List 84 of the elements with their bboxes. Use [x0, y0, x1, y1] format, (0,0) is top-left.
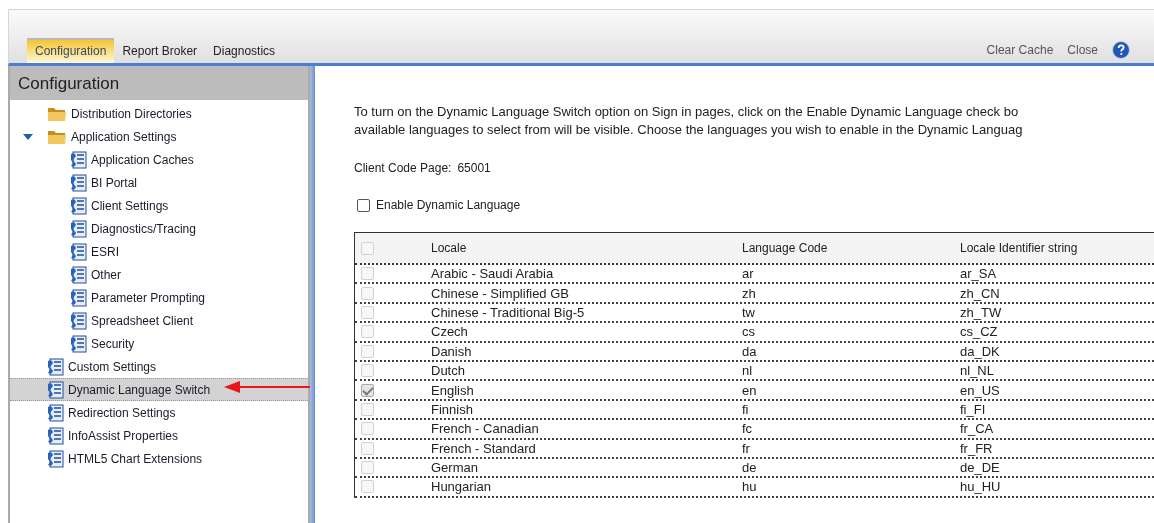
table-cell-text: en_US [960, 382, 1001, 398]
field-value: 65001 [457, 161, 491, 175]
tree-item[interactable]: Custom Settings [10, 355, 308, 378]
folder-icon [47, 105, 67, 122]
settings-document-icon [70, 242, 87, 261]
table-cell-text: fc [742, 421, 754, 437]
table-cell-text: English [431, 382, 475, 398]
tree-item[interactable]: Dynamic Language Switch [10, 378, 308, 401]
table-cell-text: ar_SA [960, 266, 998, 282]
table-cell-text: Chinese - Traditional Big-5 [431, 304, 586, 320]
tree-item[interactable]: Client Settings [10, 194, 308, 217]
panel-title: Configuration [10, 66, 308, 100]
tab[interactable]: Diagnostics [205, 38, 284, 63]
table-cell-text: tw [742, 304, 756, 320]
table-cell-text: Chinese - Simplified GB [431, 285, 570, 301]
table-cell-text: Czech [431, 324, 469, 340]
column-header: Locale [431, 241, 468, 255]
caret-icon [23, 134, 33, 141]
settings-document-icon [47, 449, 64, 468]
tree-item[interactable]: Redirection Settings [10, 401, 308, 424]
tree-item[interactable]: HTML5 Chart Extensions [10, 447, 308, 470]
tree-item[interactable]: Distribution Directories [10, 102, 308, 125]
tree-item[interactable]: Application Settings [10, 125, 308, 148]
table-cell-text: French - Canadian [431, 421, 540, 437]
tree-item[interactable]: BI Portal [10, 171, 308, 194]
table-cell-text: fr_FR [960, 440, 994, 456]
table-cell-text: de [742, 460, 758, 476]
checkbox[interactable] [357, 198, 370, 212]
tree-item[interactable]: Security [10, 332, 308, 355]
table-cell-text: Hungarian [431, 479, 492, 495]
settings-document-icon [47, 380, 64, 399]
table-cell-text: da_DK [960, 343, 1001, 359]
table-cell-text: cs_CZ [960, 324, 999, 340]
table-cell-text: German [431, 460, 479, 476]
table-cell-text: da [742, 343, 758, 359]
table-cell-text: nl [742, 363, 754, 379]
settings-document-icon [70, 219, 87, 238]
settings-document-icon [70, 311, 87, 330]
tree-item[interactable]: InfoAssist Properties [10, 424, 308, 447]
checkbox-label[interactable]: Enable Dynamic Language [376, 198, 521, 212]
table-cell-text: cs [742, 324, 756, 340]
settings-document-icon [70, 334, 87, 353]
table-cell-text: hu [742, 479, 758, 495]
table-cell-text: hu_HU [960, 479, 1002, 495]
folder-icon [47, 128, 67, 145]
toolbar-link[interactable]: Clear Cache [986, 43, 1054, 57]
tab[interactable]: Configuration [27, 38, 115, 63]
table-cell-text: Dutch [431, 363, 466, 379]
table-cell-text: French - Standard [431, 440, 537, 456]
table-cell-text: fi [742, 401, 750, 417]
table-cell-text: Finnish [431, 401, 474, 417]
tree-item[interactable]: Parameter Prompting [10, 286, 308, 309]
field-label: Client Code Page: [354, 161, 452, 175]
tree-item[interactable]: Spreadsheet Client [10, 309, 308, 332]
settings-document-icon [47, 403, 64, 422]
table-cell-text: fr_CA [960, 421, 995, 437]
table-cell-text: en [742, 382, 758, 398]
settings-document-icon [70, 196, 87, 215]
settings-document-icon [47, 357, 64, 376]
table-cell-text: zh_TW [960, 304, 1003, 320]
settings-document-icon [47, 426, 64, 445]
table-cell-text: nl_NL [960, 363, 995, 379]
tab[interactable]: Report Broker [114, 38, 206, 63]
column-header: Locale Identifier string [960, 241, 1079, 255]
tree-item[interactable]: Other [10, 263, 308, 286]
tree-item[interactable]: ESRI [10, 240, 308, 263]
table-cell-text: Danish [431, 343, 473, 359]
table-cell-text: zh_CN [960, 285, 1001, 301]
settings-document-icon [70, 150, 87, 169]
table-cell-text: Arabic - Saudi Arabia [431, 266, 555, 282]
help-icon[interactable] [1112, 41, 1130, 59]
column-header: Language Code [742, 241, 829, 255]
table-cell-text: ar [742, 266, 755, 282]
table-cell-text: fi_FI [960, 401, 987, 417]
table-cell-text: de_DE [960, 460, 1001, 476]
instructions-text: To turn on the Dynamic Language Switch option on Sign in pages, click on the Enable Dynamic Language check bo available languages to select from will be visible. Choose the languages you wish to enable in the Dynamic Languag [354, 103, 1024, 139]
toolbar-link[interactable]: Close [1067, 43, 1098, 57]
settings-document-icon [70, 173, 87, 192]
tree-item[interactable]: Diagnostics/Tracing [10, 217, 308, 240]
table-cell-text: fr [742, 440, 751, 456]
settings-document-icon [70, 288, 87, 307]
settings-document-icon [70, 265, 87, 284]
tree-item[interactable]: Application Caches [10, 148, 308, 171]
table-cell-text: zh [742, 285, 757, 301]
